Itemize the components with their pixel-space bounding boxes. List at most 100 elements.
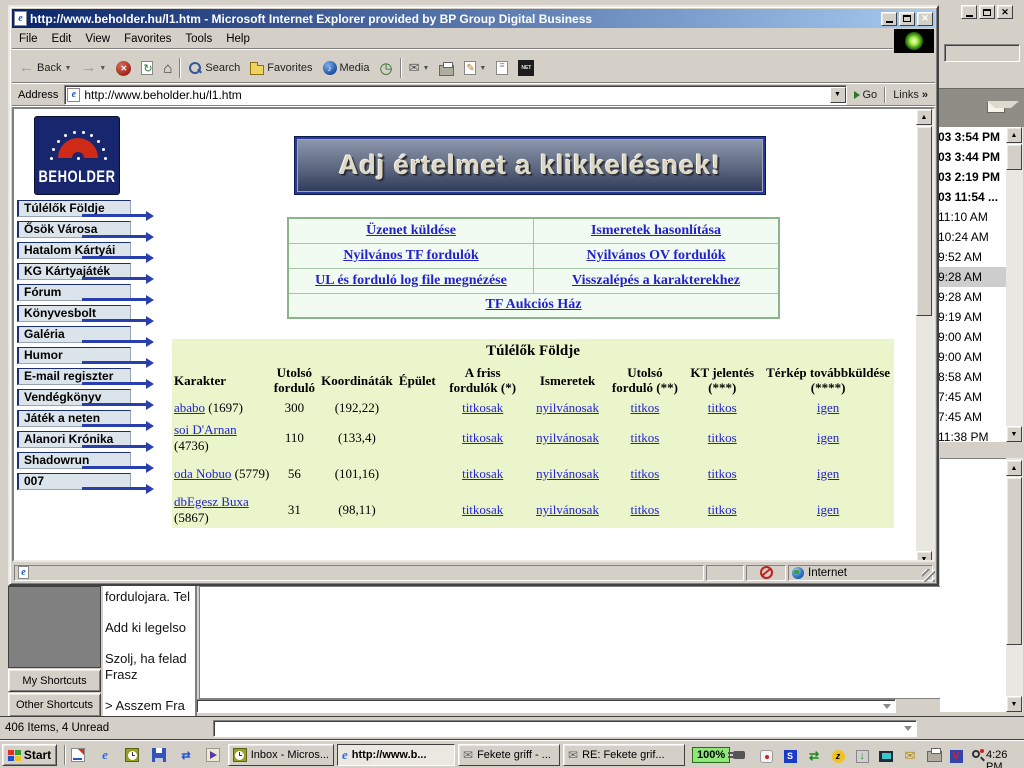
- menu-favorites[interactable]: Favorites: [117, 30, 178, 48]
- scrollbar-thumb[interactable]: [916, 126, 932, 316]
- quick-link[interactable]: Nyilvános TF fordulók: [343, 248, 478, 263]
- forward-button[interactable]: →▼: [76, 56, 111, 80]
- knowledge-link[interactable]: nyilvánosak: [536, 466, 599, 481]
- message-list-item[interactable]: 11:10 AM: [936, 207, 1006, 227]
- last-turn-link[interactable]: titkos: [630, 466, 659, 481]
- sidebar-item[interactable]: Túlélők Földje: [17, 200, 154, 221]
- message-list-item[interactable]: 9:00 AM: [936, 327, 1006, 347]
- my-shortcuts-button[interactable]: My Shortcuts: [8, 669, 101, 692]
- kt-report-link[interactable]: titkos: [708, 466, 737, 481]
- search-button[interactable]: Search: [183, 56, 245, 80]
- knowledge-link[interactable]: nyilvánosak: [536, 430, 599, 445]
- fresh-link[interactable]: titkosak: [462, 430, 503, 445]
- last-turn-link[interactable]: titkos: [630, 400, 659, 415]
- taskbar-task-1[interactable]: Inbox - Micros...: [228, 744, 334, 766]
- scrollbar-thumb[interactable]: [1006, 144, 1022, 170]
- message-list-item[interactable]: 8:58 AM: [936, 367, 1006, 387]
- scroll-down-button[interactable]: ▼: [1006, 426, 1022, 442]
- quicklaunch-floppy-icon[interactable]: [151, 747, 167, 763]
- message-list-item[interactable]: 03 3:54 PM: [936, 127, 1006, 147]
- address-dropdown-button[interactable]: ▼: [830, 87, 846, 103]
- character-link[interactable]: soi D'Arnan: [174, 422, 237, 437]
- start-button[interactable]: Start: [2, 744, 57, 766]
- tray-find-icon[interactable]: [970, 748, 986, 764]
- fresh-link[interactable]: titkosak: [462, 466, 503, 481]
- tray-display-icon[interactable]: [878, 748, 894, 764]
- fresh-link[interactable]: titkosak: [462, 502, 503, 517]
- favorites-button[interactable]: Favorites: [245, 56, 317, 80]
- menu-view[interactable]: View: [78, 30, 117, 48]
- tray-antivirus-icon[interactable]: V: [948, 748, 964, 764]
- taskbar-clock[interactable]: 4:26 PM: [986, 749, 1024, 768]
- menu-edit[interactable]: Edit: [45, 30, 79, 48]
- scroll-down-button[interactable]: ▼: [916, 551, 932, 562]
- message-list-item[interactable]: 9:52 AM: [936, 247, 1006, 267]
- sidebar-item[interactable]: Humor: [17, 347, 154, 368]
- tray-printer-icon[interactable]: [926, 748, 942, 764]
- message-list-item[interactable]: 9:00 AM: [936, 347, 1006, 367]
- sidebar-item[interactable]: Vendégkönyv: [17, 389, 154, 410]
- message-list-item[interactable]: 9:19 AM: [936, 307, 1006, 327]
- scrollbar-thumb[interactable]: [1006, 477, 1022, 645]
- scroll-up-button[interactable]: ▲: [916, 109, 932, 125]
- message-list-item[interactable]: 9:28 AM: [936, 287, 1006, 307]
- outlook-list-scrollbar[interactable]: ▲ ▼: [1006, 127, 1023, 442]
- character-link[interactable]: ababo: [174, 400, 205, 415]
- message-list-item[interactable]: 11:38 PM: [936, 427, 1006, 442]
- privacy-report-icon[interactable]: [760, 566, 773, 579]
- tray-new-mail-icon[interactable]: ✉: [902, 748, 918, 764]
- outlook-hscroll-strip[interactable]: [196, 699, 896, 713]
- quick-link[interactable]: TF Aukciós Ház: [486, 297, 582, 312]
- quicklaunch-ie-icon[interactable]: e: [97, 747, 113, 763]
- scroll-up-button[interactable]: ▲: [1006, 127, 1022, 143]
- history-button[interactable]: ◷: [374, 56, 397, 80]
- address-input[interactable]: e http://www.beholder.hu/l1.htm ▼: [64, 85, 846, 105]
- quick-link[interactable]: Üzenet küldése: [366, 223, 456, 238]
- other-shortcuts-button[interactable]: Other Shortcuts: [8, 693, 101, 717]
- map-forward-link[interactable]: igen: [817, 502, 839, 517]
- sidebar-item[interactable]: Hatalom Kártyái: [17, 242, 154, 263]
- scroll-up-button[interactable]: ▲: [1006, 460, 1022, 476]
- beholder-logo[interactable]: BEHOLDER: [34, 116, 120, 195]
- tray-sync-icon[interactable]: ⇄: [806, 748, 822, 764]
- quick-link[interactable]: Nyilvános OV fordulók: [587, 248, 726, 263]
- message-list-item[interactable]: 10:24 AM: [936, 227, 1006, 247]
- tray-fan-icon[interactable]: [758, 748, 774, 764]
- ad-banner[interactable]: Adj értelmet a klikkelésnek!: [295, 137, 765, 194]
- ie-title-bar[interactable]: e http://www.beholder.hu/l1.htm - Micros…: [12, 9, 935, 28]
- message-list-item[interactable]: 7:45 AM: [936, 407, 1006, 427]
- menu-file[interactable]: File: [12, 30, 45, 48]
- edit-dropdown-icon[interactable]: ▼: [479, 65, 486, 72]
- quick-link[interactable]: UL és forduló log file megnézése: [315, 273, 507, 288]
- sidebar-item[interactable]: Fórum: [17, 284, 154, 305]
- forward-dropdown-icon[interactable]: ▼: [99, 65, 106, 72]
- kt-report-link[interactable]: titkos: [708, 400, 737, 415]
- outlook-message-list[interactable]: 03 3:54 PM03 3:44 PM03 2:19 PM03 11:54 .…: [935, 127, 1006, 442]
- last-turn-link[interactable]: titkos: [630, 430, 659, 445]
- taskbar-task-3[interactable]: ✉Fekete griff - ...: [458, 744, 560, 766]
- fresh-link[interactable]: titkosak: [462, 400, 503, 415]
- dotnet-button[interactable]: NET: [513, 56, 539, 80]
- character-link[interactable]: dbEgesz Buxa: [174, 494, 249, 509]
- back-dropdown-icon[interactable]: ▼: [64, 65, 71, 72]
- knowledge-link[interactable]: nyilvánosak: [536, 400, 599, 415]
- sidebar-item[interactable]: Shadowrun: [17, 452, 154, 473]
- sidebar-item[interactable]: Könyvesbolt: [17, 305, 154, 326]
- character-link[interactable]: oda Nobuo: [174, 466, 231, 481]
- back-button[interactable]: ←Back▼: [14, 56, 76, 80]
- quick-link[interactable]: Visszalépés a karakterekhez: [572, 273, 740, 288]
- resize-grip[interactable]: [922, 569, 935, 582]
- go-button[interactable]: Go: [849, 85, 883, 105]
- outlook-close-button[interactable]: ✕: [997, 5, 1013, 19]
- taskbar-task-2[interactable]: ehttp://www.b...: [337, 744, 455, 766]
- message-list-item[interactable]: 7:45 AM: [936, 387, 1006, 407]
- sidebar-item[interactable]: 007: [17, 473, 154, 494]
- quicklaunch-outlook-note-icon[interactable]: [70, 747, 86, 763]
- sidebar-item[interactable]: Alanori Krónika: [17, 431, 154, 452]
- kt-report-link[interactable]: titkos: [708, 502, 737, 517]
- links-button[interactable]: Links»: [888, 85, 933, 105]
- message-list-item[interactable]: 03 2:19 PM: [936, 167, 1006, 187]
- page-scrollbar[interactable]: ▲ ▼: [916, 109, 933, 560]
- tray-stopper-icon[interactable]: S: [782, 748, 798, 764]
- tray-update-icon[interactable]: ↓: [854, 748, 870, 764]
